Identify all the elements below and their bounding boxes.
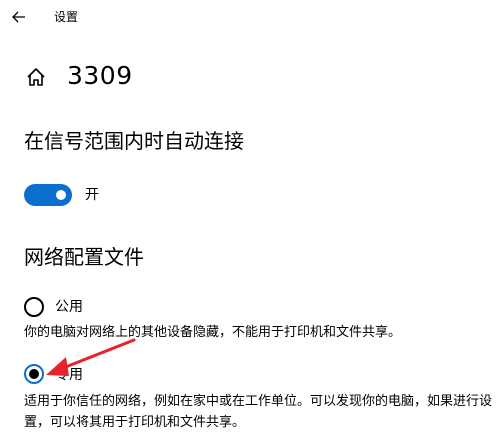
public-radio-label[interactable]: 公用 [55,298,83,316]
network-profile-heading: 网络配置文件 [24,245,144,269]
home-icon [27,68,45,86]
page-title: 3309 [67,61,133,90]
arrow-left-icon [12,11,25,23]
radio-selected-dot [29,369,39,379]
private-radio-label[interactable]: 专用 [55,366,83,384]
auto-connect-toggle[interactable] [24,184,72,206]
private-description: 适用于你信任的网络，例如在家中或在工作单位。可以发现你的电脑，如果进行设置，可以… [24,394,493,430]
window-title: 设置 [54,10,79,24]
toggle-knob [56,190,66,200]
public-radio[interactable] [24,297,44,317]
auto-connect-heading: 在信号范围内时自动连接 [24,129,244,153]
private-radio[interactable] [24,364,44,384]
toggle-state-label: 开 [85,187,99,203]
public-description: 你的电脑对网络上的其他设备隐藏，不能用于打印机和文件共享。 [24,325,402,340]
back-button[interactable] [6,4,32,30]
